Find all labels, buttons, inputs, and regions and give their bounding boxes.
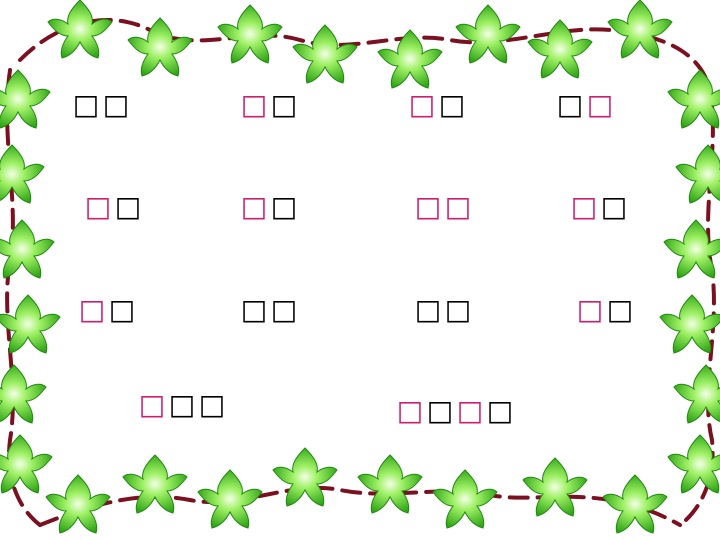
word-glyph: □ (586, 88, 614, 121)
word-glyph: □ (396, 394, 424, 427)
word-glyph: □ (270, 293, 298, 326)
word-glyph: □ (270, 88, 298, 121)
word-glyph: □ (444, 293, 472, 326)
word-glyph: □ (198, 388, 226, 421)
word-item: □ □ (78, 295, 136, 325)
word-item: □ □ (240, 90, 298, 120)
word-glyph: □ (168, 388, 196, 421)
word-glyph: □ (486, 394, 514, 427)
word-glyph: □ (576, 293, 604, 326)
word-item: □ □ (556, 90, 614, 120)
word-item: □ □ (72, 90, 130, 120)
word-glyph: □ (606, 293, 634, 326)
word-item: □ □ (414, 295, 472, 325)
word-glyph: □ (240, 190, 268, 223)
word-glyph: □ (270, 190, 298, 223)
word-glyph: □ (102, 88, 130, 121)
word-glyph: □ (414, 190, 442, 223)
word-glyph: □ (408, 88, 436, 121)
word-item: □ □ (84, 192, 142, 222)
word-glyph: □ (444, 190, 472, 223)
word-glyph: □ (438, 88, 466, 121)
word-glyph: □ (570, 190, 598, 223)
word-glyph: □ (600, 190, 628, 223)
word-item: □ □ (240, 295, 298, 325)
word-glyph: □ (114, 190, 142, 223)
word-item: □ □ □ (138, 390, 226, 420)
word-glyph: □ (426, 394, 454, 427)
word-glyph: □ (414, 293, 442, 326)
word-glyph: □ (108, 293, 136, 326)
word-glyph: □ (240, 293, 268, 326)
word-glyph: □ (78, 293, 106, 326)
word-item: □ □ □ □ (396, 396, 514, 426)
word-item: □ □ (570, 192, 628, 222)
word-item: □ □ (414, 192, 472, 222)
word-glyph: □ (240, 88, 268, 121)
word-item: □ □ (576, 295, 634, 325)
word-glyph: □ (84, 190, 112, 223)
word-glyph: □ (72, 88, 100, 121)
word-item: □ □ (240, 192, 298, 222)
word-glyph: □ (556, 88, 584, 121)
word-glyph: □ (456, 394, 484, 427)
leaf-vine-border-icon (0, 0, 720, 534)
word-item: □ □ (408, 90, 466, 120)
word-glyph: □ (138, 388, 166, 421)
